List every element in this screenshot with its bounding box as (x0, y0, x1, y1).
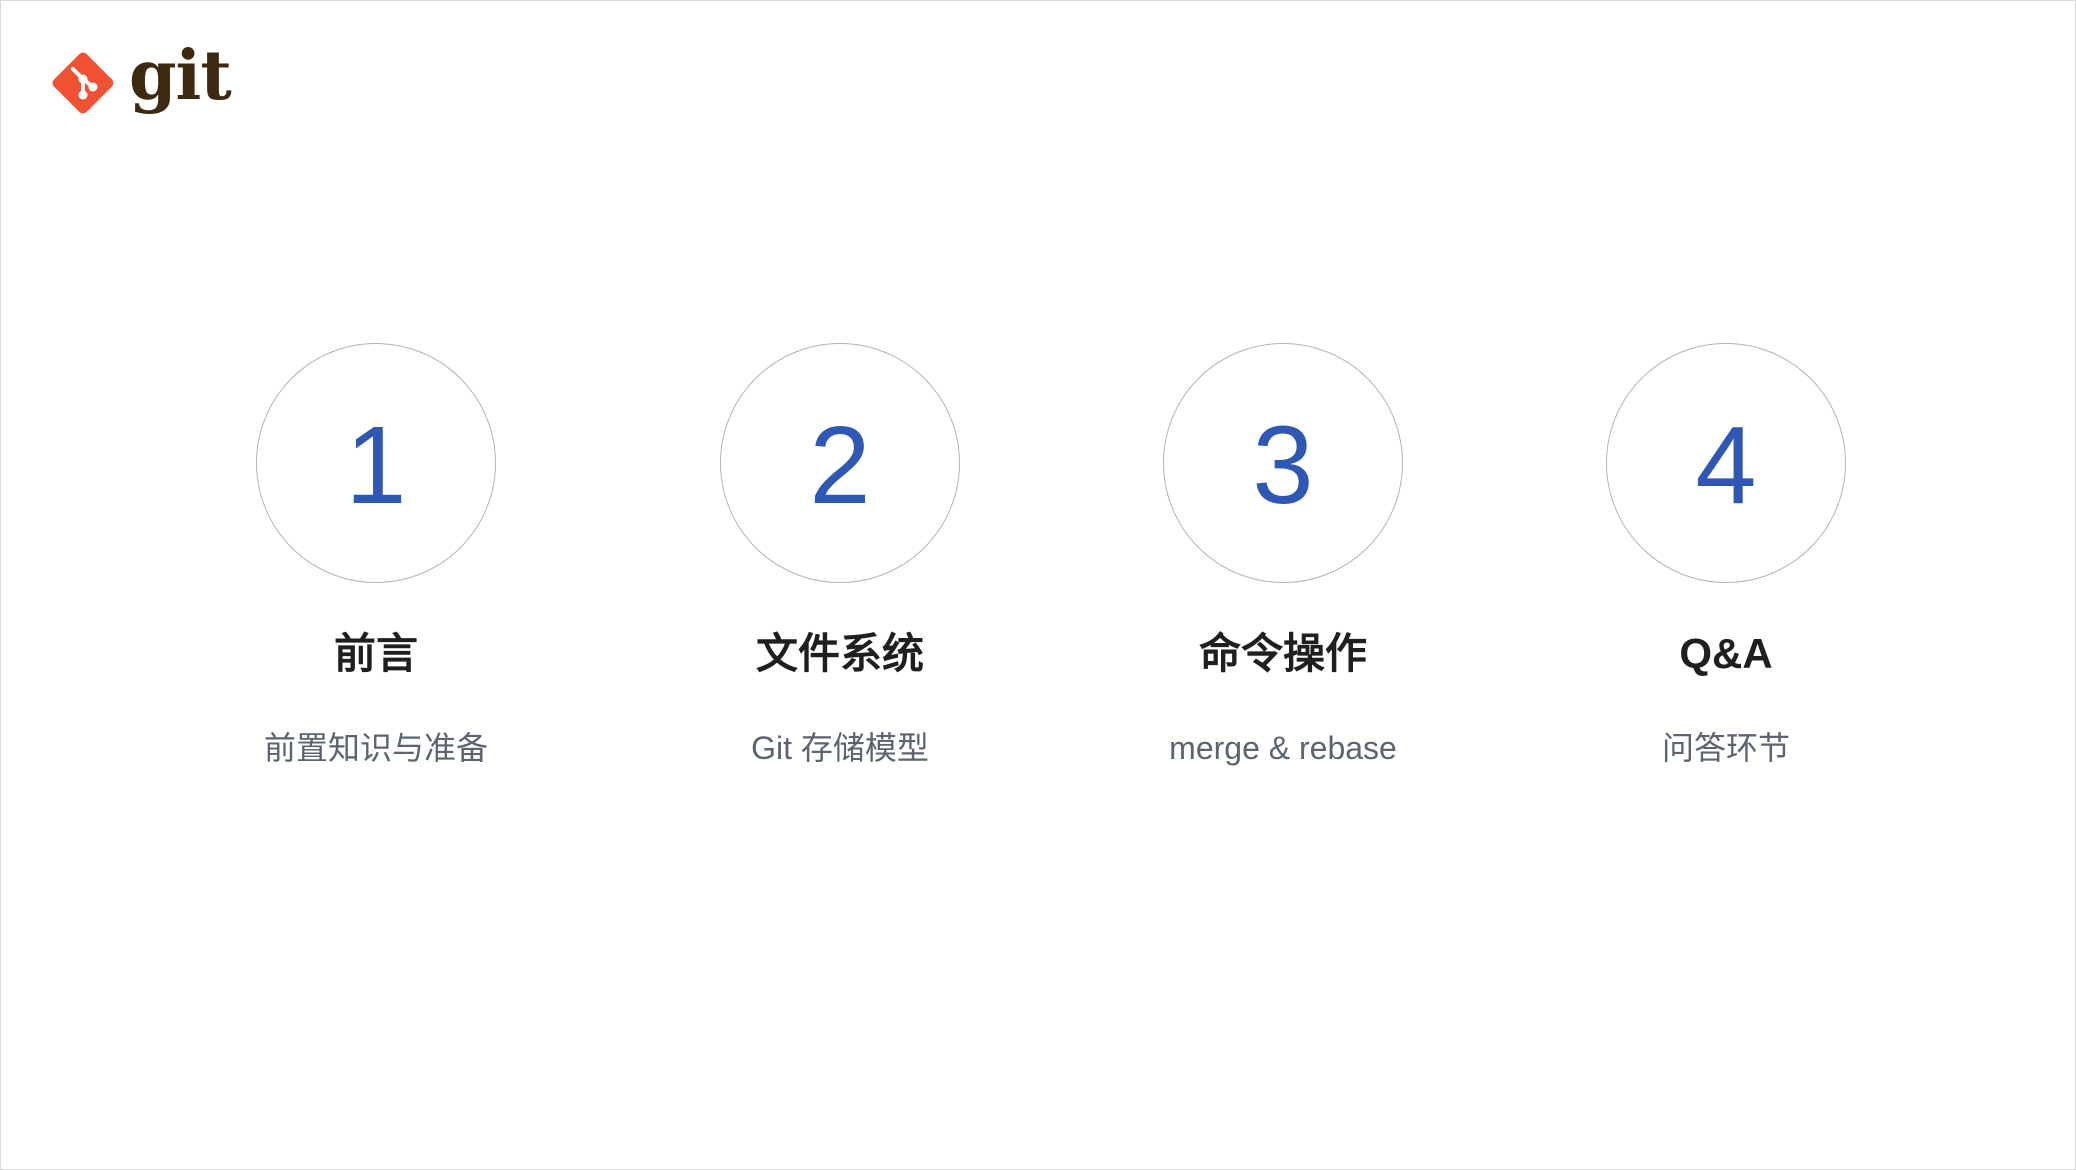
step-number: 1 (345, 404, 407, 527)
step-number: 4 (1695, 404, 1757, 527)
step-title: 文件系统 (755, 630, 924, 677)
git-logo-icon (52, 52, 114, 114)
step-number-circle: 1 (256, 343, 496, 583)
step-subtitle: 前置知识与准备 (263, 730, 488, 766)
step-3: 3 命令操作 merge & rebase (1083, 1, 1483, 1169)
slide: git 1 前言 前置知识与准备 2 文件系统 Git 存储模型 3 命令操作 … (0, 0, 2076, 1170)
step-number-circle: 3 (1163, 343, 1403, 583)
step-title: 命令操作 (1198, 630, 1367, 677)
step-2: 2 文件系统 Git 存储模型 (640, 1, 1040, 1169)
step-4: 4 Q&A 问答环节 (1526, 1, 1926, 1169)
step-1: 1 前言 前置知识与准备 (176, 1, 576, 1169)
step-subtitle: Git 存储模型 (751, 730, 929, 766)
step-number: 2 (809, 404, 871, 527)
step-number-circle: 4 (1606, 343, 1846, 583)
step-title: Q&A (1679, 630, 1773, 677)
step-subtitle: merge & rebase (1169, 730, 1397, 766)
step-number-circle: 2 (720, 343, 960, 583)
step-subtitle: 问答环节 (1661, 730, 1790, 766)
step-number: 3 (1252, 404, 1314, 527)
step-title: 前言 (333, 630, 418, 677)
